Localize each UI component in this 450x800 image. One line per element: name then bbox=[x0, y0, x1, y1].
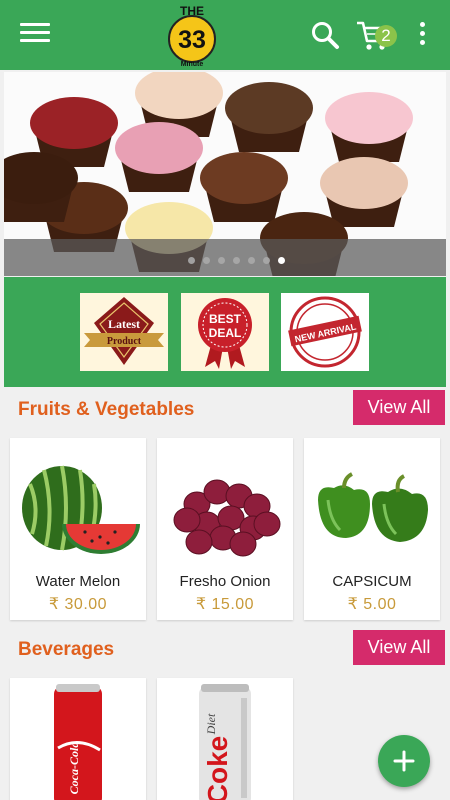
cupcake-frosting bbox=[320, 157, 408, 209]
cart-button[interactable]: 2 bbox=[355, 18, 405, 52]
diet-coke-can-image: Diet Coke bbox=[199, 684, 251, 800]
onion bbox=[203, 479, 231, 505]
new-arrival-icon: NEW ARRIVAL bbox=[288, 296, 362, 368]
badge-latest-line1: Latest bbox=[108, 317, 140, 331]
slide-dot[interactable] bbox=[233, 257, 240, 264]
product-card-capsicum[interactable]: CAPSICUM ₹ 5.00 bbox=[304, 438, 440, 620]
slide-dot[interactable] bbox=[188, 257, 195, 264]
latest-product-icon: Latest Product bbox=[84, 297, 164, 365]
can-label: Coca-Cola bbox=[67, 742, 81, 795]
badge-latest-line2: Product bbox=[107, 336, 142, 347]
best-deal-icon: BEST DEAL bbox=[198, 298, 252, 369]
best-deal-badge[interactable]: BEST DEAL bbox=[181, 293, 269, 371]
slide-dots bbox=[188, 257, 285, 264]
product-card-coca-cola[interactable]: Coca-Cola bbox=[10, 678, 146, 800]
add-button[interactable] bbox=[378, 735, 430, 787]
onion bbox=[185, 529, 213, 555]
slide-dot[interactable] bbox=[248, 257, 255, 264]
app-bar: THE 33 Minute 2 bbox=[0, 0, 450, 70]
product-card-onion[interactable]: Fresho Onion ₹ 15.00 bbox=[157, 438, 293, 620]
cupcake-frosting bbox=[30, 97, 118, 149]
app-logo[interactable]: THE 33 Minute bbox=[165, 2, 220, 68]
watermelon-image bbox=[22, 465, 140, 554]
can-label-big: Coke bbox=[202, 736, 233, 800]
section-title-fruits: Fruits & Vegetables bbox=[18, 399, 195, 420]
product-name: Fresho Onion bbox=[179, 573, 271, 590]
slide-dot[interactable] bbox=[203, 257, 210, 264]
onion bbox=[253, 511, 281, 537]
coca-cola-can-image: Coca-Cola bbox=[54, 684, 102, 800]
section-title-beverages: Beverages bbox=[18, 639, 115, 660]
can-label-small: Diet bbox=[204, 713, 218, 735]
logo-number: 33 bbox=[178, 26, 206, 54]
slide-dot[interactable] bbox=[263, 257, 270, 264]
onion bbox=[173, 507, 201, 533]
latest-product-badge[interactable]: Latest Product bbox=[80, 293, 168, 371]
logo-text-bottom: Minute bbox=[181, 61, 204, 68]
cupcake-frosting bbox=[115, 122, 203, 174]
cupcake-frosting bbox=[325, 92, 413, 144]
view-all-beverages-button[interactable]: View All bbox=[353, 630, 445, 665]
capsicum-image bbox=[318, 472, 428, 542]
onion-image bbox=[173, 479, 281, 557]
view-all-fruits-button[interactable]: View All bbox=[353, 390, 445, 425]
product-name: Water Melon bbox=[35, 573, 121, 590]
product-name: CAPSICUM bbox=[332, 573, 412, 590]
logo-text-top: THE bbox=[180, 4, 204, 18]
offer-badges: Latest Product BEST DEAL NEW ARRIVAL bbox=[4, 277, 446, 387]
badge-best-line1: BEST bbox=[209, 312, 242, 326]
product-card-watermelon[interactable]: Water Melon ₹ 30.00 bbox=[10, 438, 146, 620]
banner-indicator-strip bbox=[4, 239, 446, 276]
slide-dot[interactable] bbox=[218, 257, 225, 264]
product-price: ₹ 5.00 bbox=[347, 596, 397, 613]
badge-best-line2: DEAL bbox=[209, 326, 242, 340]
new-arrival-badge[interactable]: NEW ARRIVAL bbox=[281, 293, 369, 371]
cart-count-badge: 2 bbox=[375, 25, 397, 47]
promo-banner[interactable] bbox=[4, 72, 446, 276]
menu-icon[interactable] bbox=[20, 23, 50, 47]
product-card-diet-coke[interactable]: Diet Coke bbox=[157, 678, 293, 800]
cupcake-frosting bbox=[225, 82, 313, 134]
slide-dot[interactable] bbox=[278, 257, 285, 264]
plus-icon bbox=[393, 750, 415, 772]
cupcake-frosting bbox=[200, 152, 288, 204]
more-vert-icon[interactable] bbox=[416, 22, 428, 50]
onion bbox=[229, 531, 257, 557]
product-price: ₹ 15.00 bbox=[195, 596, 255, 613]
product-price: ₹ 30.00 bbox=[48, 596, 108, 613]
search-icon[interactable] bbox=[310, 20, 340, 50]
